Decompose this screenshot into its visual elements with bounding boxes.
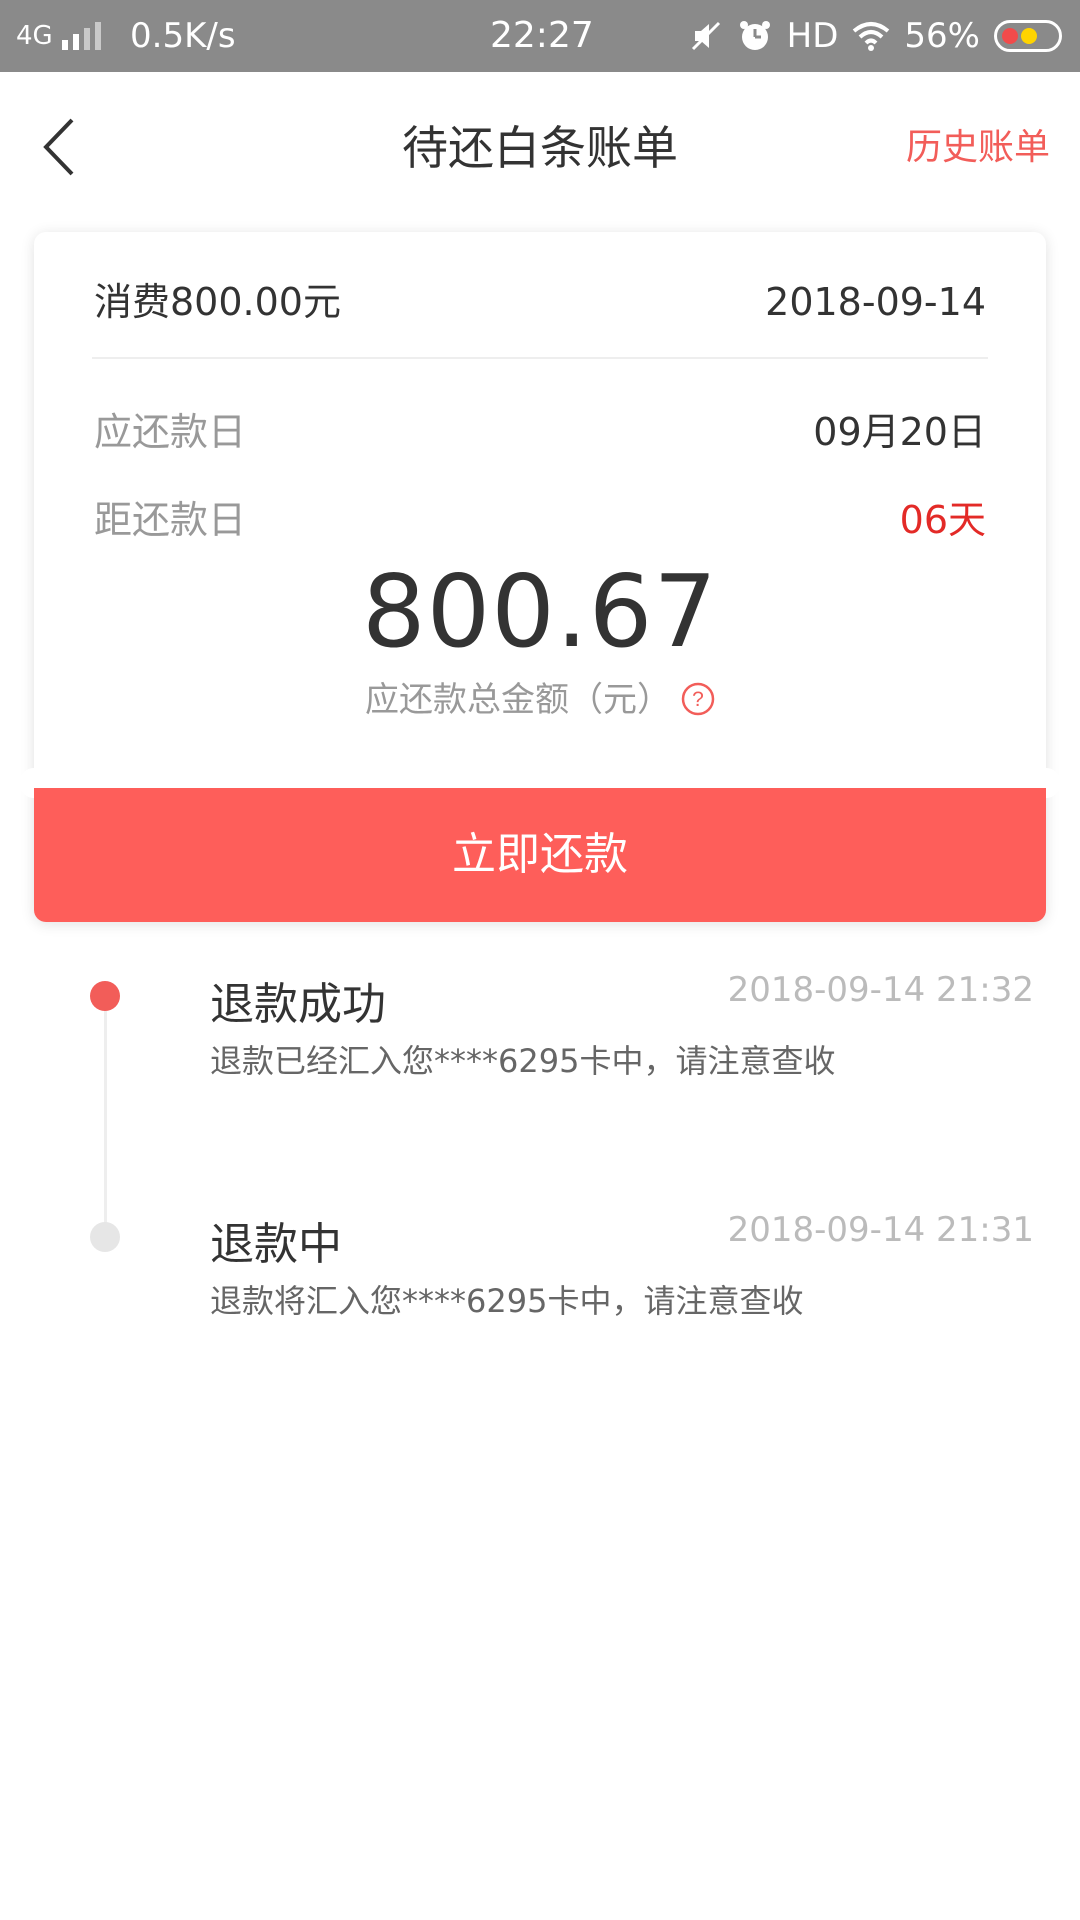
timeline-line xyxy=(104,1000,107,1232)
due-date-row: 应还款日 09月20日 xyxy=(94,402,986,462)
signal-icon xyxy=(62,22,101,50)
history-bills-link[interactable]: 历史账单 xyxy=(906,72,1050,224)
timeline-dot-active xyxy=(90,981,120,1011)
due-date-value: 09月20日 xyxy=(813,410,986,454)
timeline-item-title: 退款中 xyxy=(210,1219,342,1270)
total-amount-label: 应还款总金额（元） xyxy=(365,680,671,720)
timeline-item-title: 退款成功 xyxy=(210,979,386,1030)
svg-text:?: ? xyxy=(692,688,704,711)
timeline-dot-inactive xyxy=(90,1222,120,1252)
total-amount-label-row: 应还款总金额（元） ? xyxy=(34,675,1046,725)
mute-icon xyxy=(691,21,720,51)
bill-card: 消费800.00元 2018-09-14 应还款日 09月20日 距还款日 06… xyxy=(19,232,1061,922)
network-speed: 0.5K/s xyxy=(130,16,236,56)
consumption-amount: 消费800.00元 xyxy=(94,280,341,324)
days-remaining-row: 距还款日 06天 xyxy=(94,490,986,550)
timeline-item-time: 2018-09-14 21:32 xyxy=(727,970,1034,1010)
wifi-icon xyxy=(853,22,890,51)
network-type: 4G xyxy=(16,21,53,51)
status-icons: HD 56% xyxy=(689,14,1062,58)
timeline-item-desc: 退款已经汇入您****6295卡中，请注意查收 xyxy=(210,1042,836,1080)
battery-icon xyxy=(994,20,1062,52)
battery-percent: 56% xyxy=(904,16,980,56)
status-bar: 4G 0.5K/s 22:27 HD 56% xyxy=(0,0,1080,72)
help-icon[interactable]: ? xyxy=(681,682,715,716)
consumption-row: 消费800.00元 2018-09-14 xyxy=(94,272,986,332)
timeline-item-time: 2018-09-14 21:31 xyxy=(727,1210,1034,1250)
status-time: 22:27 xyxy=(490,15,594,56)
days-remaining-label: 距还款日 xyxy=(94,498,247,542)
hd-label: HD xyxy=(786,16,839,56)
pay-now-button[interactable]: 立即还款 xyxy=(34,788,1046,922)
days-remaining-value: 06天 xyxy=(899,498,986,542)
alarm-icon xyxy=(739,21,770,50)
timeline-item-desc: 退款将汇入您****6295卡中，请注意查收 xyxy=(210,1282,804,1320)
due-date-label: 应还款日 xyxy=(94,410,247,454)
total-amount: 800.67 xyxy=(362,553,718,670)
consumption-date: 2018-09-14 xyxy=(765,280,986,324)
nav-bar: 待还白条账单 历史账单 xyxy=(0,72,1080,224)
divider xyxy=(92,357,988,359)
